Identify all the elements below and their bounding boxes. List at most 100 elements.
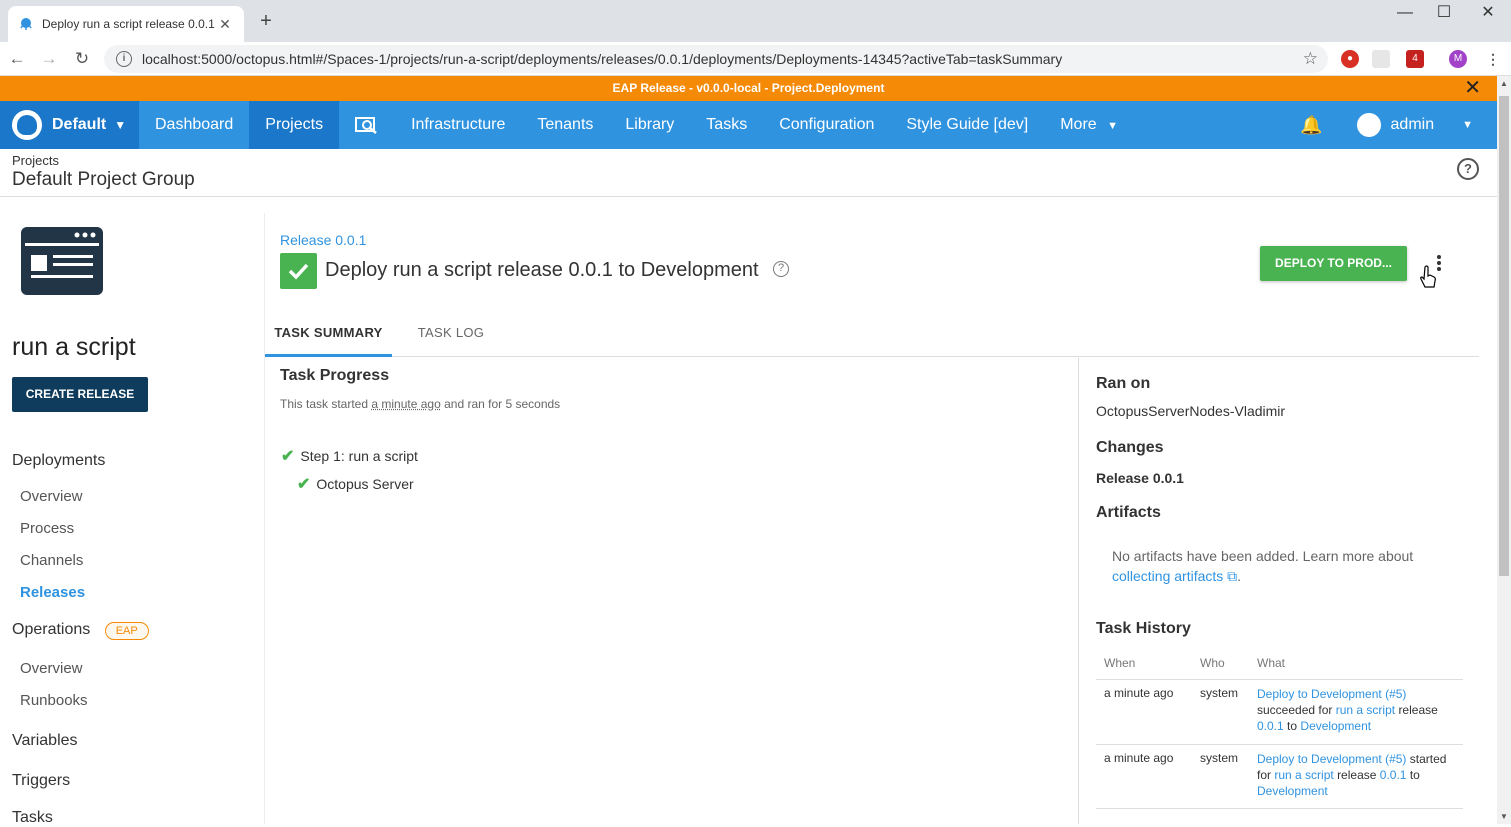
- task-progress-section: Task Progress This task started a minute…: [265, 358, 1079, 824]
- space-selector[interactable]: Default ▼: [0, 101, 139, 149]
- ran-on-heading: Ran on: [1096, 375, 1151, 392]
- history-when: a minute ago: [1104, 751, 1174, 765]
- history-text: to: [1287, 719, 1298, 733]
- project-sidebar: run a script CREATE RELEASE Deployments …: [0, 197, 262, 827]
- nav-style-guide[interactable]: Style Guide [dev]: [890, 101, 1044, 149]
- history-text: to: [1409, 768, 1420, 782]
- browser-tab[interactable]: Deploy run a script release 0.0.1 t ✕: [8, 6, 244, 42]
- back-icon[interactable]: ←: [6, 48, 28, 70]
- extension-calendar-icon[interactable]: 4: [1406, 50, 1424, 68]
- history-environment-link[interactable]: Development: [1300, 719, 1371, 733]
- nav-library[interactable]: Library: [609, 101, 690, 149]
- started-suffix: and ran for 5 seconds: [444, 397, 561, 411]
- eap-banner-text: EAP Release - v0.0.0-local - Project.Dep…: [612, 81, 885, 95]
- history-environment-link[interactable]: Development: [1257, 784, 1328, 798]
- sidebar-item-process[interactable]: Process: [20, 520, 74, 537]
- nav-dashboard[interactable]: Dashboard: [139, 101, 249, 149]
- search-icon[interactable]: [339, 101, 395, 149]
- close-tab-icon[interactable]: ✕: [216, 16, 234, 33]
- task-progress-heading: Task Progress: [280, 367, 390, 384]
- eap-badge: EAP: [104, 622, 149, 640]
- nav-tasks[interactable]: Tasks: [690, 101, 763, 149]
- history-task-link[interactable]: Deploy to Development (#5): [1257, 687, 1406, 701]
- bookmark-star-icon[interactable]: ☆: [1303, 49, 1318, 69]
- eap-banner: EAP Release - v0.0.0-local - Project.Dep…: [0, 76, 1497, 101]
- nav-more[interactable]: More ▼: [1044, 101, 1134, 149]
- sidebar-variables[interactable]: Variables: [12, 732, 78, 750]
- step-row[interactable]: ✔ Step 1: run a script: [281, 446, 418, 466]
- nav-infrastructure[interactable]: Infrastructure: [395, 101, 521, 149]
- scroll-up-icon[interactable]: ▲: [1500, 79, 1508, 88]
- tab-task-log[interactable]: TASK LOG: [392, 313, 510, 357]
- url-field[interactable]: i localhost:5000/octopus.html#/Spaces-1/…: [104, 45, 1328, 73]
- table-row: a minute ago system Deploy to Developmen…: [1096, 679, 1463, 744]
- sidebar-item-ops-overview[interactable]: Overview: [20, 660, 83, 677]
- deployment-panel: Release 0.0.1 Deploy run a script releas…: [264, 213, 1479, 824]
- sidebar-item-channels[interactable]: Channels: [20, 552, 83, 569]
- page-scrollbar[interactable]: ▲ ▼: [1497, 76, 1511, 824]
- page-header: Projects Default Project Group ?: [0, 149, 1497, 197]
- bell-icon[interactable]: 🔔: [1300, 115, 1322, 136]
- check-icon: ✔: [297, 476, 311, 493]
- nav-projects[interactable]: Projects: [249, 101, 340, 149]
- caret-down-icon: ▼: [114, 118, 127, 132]
- project-name: run a script: [12, 333, 136, 361]
- nav-tenants[interactable]: Tenants: [521, 101, 609, 149]
- history-text: succeeded for: [1257, 703, 1333, 717]
- caret-down-icon: ▼: [1107, 120, 1119, 132]
- release-link[interactable]: Release 0.0.1: [280, 232, 366, 248]
- profile-avatar[interactable]: M: [1449, 50, 1467, 68]
- title-help-icon[interactable]: ?: [773, 261, 789, 277]
- breadcrumb[interactable]: Projects: [12, 153, 59, 168]
- close-banner-icon[interactable]: ✕: [1464, 76, 1481, 101]
- sidebar-operations[interactable]: Operations EAP: [12, 621, 149, 640]
- success-status-icon: [280, 253, 317, 289]
- history-task-link[interactable]: Deploy to Development (#5): [1257, 752, 1406, 766]
- substep-row[interactable]: ✔ Octopus Server: [297, 474, 414, 494]
- tab-bar: TASK SUMMARY TASK LOG: [265, 313, 1479, 357]
- scroll-down-icon[interactable]: ▼: [1500, 812, 1508, 821]
- artifacts-note: No artifacts have been added. Learn more…: [1112, 546, 1452, 586]
- ran-on-value: OctopusServerNodes-Vladimir: [1096, 403, 1286, 419]
- close-window-icon[interactable]: ✕: [1465, 0, 1511, 28]
- extension-grid-icon[interactable]: [1372, 50, 1390, 68]
- new-tab-icon[interactable]: +: [256, 11, 276, 31]
- create-release-button[interactable]: CREATE RELEASE: [12, 377, 148, 412]
- history-text: release: [1337, 768, 1377, 782]
- sidebar-item-runbooks[interactable]: Runbooks: [20, 692, 88, 709]
- forward-icon[interactable]: →: [38, 48, 60, 70]
- nav-configuration[interactable]: Configuration: [763, 101, 890, 149]
- user-name[interactable]: admin: [1391, 116, 1435, 134]
- help-icon[interactable]: ?: [1457, 158, 1479, 180]
- extension-shield-icon[interactable]: ●: [1341, 50, 1359, 68]
- sidebar-deployments[interactable]: Deployments: [12, 452, 105, 470]
- url-text: localhost:5000/octopus.html#/Spaces-1/pr…: [142, 51, 1063, 67]
- history-col-when: When: [1104, 656, 1136, 670]
- history-who: system: [1200, 751, 1239, 765]
- sidebar-triggers[interactable]: Triggers: [12, 772, 70, 790]
- tab-task-summary[interactable]: TASK SUMMARY: [265, 313, 392, 357]
- started-prefix: This task started: [280, 397, 369, 411]
- user-avatar-icon[interactable]: [1356, 113, 1381, 137]
- history-release-link[interactable]: 0.0.1: [1257, 719, 1284, 733]
- sidebar-item-releases[interactable]: Releases: [20, 584, 85, 601]
- deploy-to-prod-button[interactable]: DEPLOY TO PROD...: [1260, 246, 1407, 281]
- artifacts-note-tail: .: [1237, 568, 1242, 584]
- history-release-link[interactable]: 0.0.1: [1380, 768, 1407, 782]
- sidebar-item-overview[interactable]: Overview: [20, 488, 83, 505]
- scrollbar-thumb[interactable]: [1499, 96, 1509, 576]
- history-project-link[interactable]: run a script: [1274, 768, 1333, 782]
- sidebar-tasks[interactable]: Tasks: [12, 809, 53, 827]
- collecting-artifacts-link[interactable]: collecting artifacts: [1112, 568, 1223, 584]
- external-link-icon: ⧉: [1223, 568, 1238, 584]
- user-menu-caret-icon[interactable]: ▼: [1462, 119, 1473, 131]
- maximize-icon[interactable]: ☐: [1421, 0, 1467, 28]
- octopus-favicon-icon: [20, 18, 32, 30]
- chrome-menu-icon[interactable]: ⋮: [1484, 50, 1502, 68]
- reload-icon[interactable]: ↻: [71, 48, 93, 70]
- info-icon[interactable]: i: [116, 51, 132, 67]
- history-project-link[interactable]: run a script: [1336, 703, 1395, 717]
- task-progress-summary: This task started a minute ago and ran f…: [280, 397, 560, 411]
- project-logo-icon: [21, 227, 103, 295]
- browser-tab-bar: Deploy run a script release 0.0.1 t ✕ + …: [0, 0, 1511, 42]
